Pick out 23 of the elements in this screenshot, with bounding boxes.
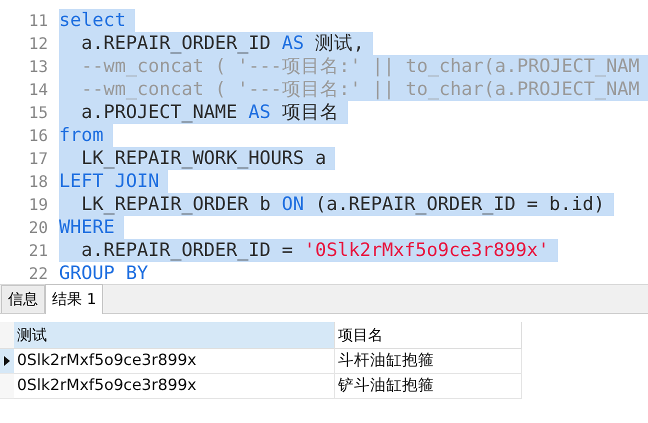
table-cell: 0Slk2rMxf5o9ce3r899x xyxy=(14,349,335,374)
line-number: 19 xyxy=(28,194,48,216)
table-cell: 0Slk2rMxf5o9ce3r899x xyxy=(14,374,335,399)
row-header[interactable] xyxy=(0,349,14,374)
code-line: GROUP BY xyxy=(59,262,150,284)
line-number: 20 xyxy=(28,216,48,238)
table-cell: 铲斗油缸抱箍 xyxy=(335,374,522,399)
table-cell: 斗杆油缸抱箍 xyxy=(335,349,522,374)
line-number: 14 xyxy=(28,78,48,100)
column-header[interactable]: 测试 xyxy=(14,322,335,349)
line-number: 11 xyxy=(28,10,48,32)
line-number: 21 xyxy=(28,240,48,262)
result-tab[interactable]: 结果 1 xyxy=(45,284,104,314)
line-number: 12 xyxy=(28,32,48,54)
column-header[interactable]: 项目名 xyxy=(335,322,522,349)
line-number: 18 xyxy=(28,170,48,192)
line-number: 15 xyxy=(28,102,48,124)
line-number: 13 xyxy=(28,56,48,78)
line-number: 22 xyxy=(28,262,48,284)
current-row-icon xyxy=(4,356,10,366)
line-number: 17 xyxy=(28,148,48,170)
line-number: 16 xyxy=(28,124,48,146)
result-tab[interactable]: 信息 xyxy=(1,285,45,313)
